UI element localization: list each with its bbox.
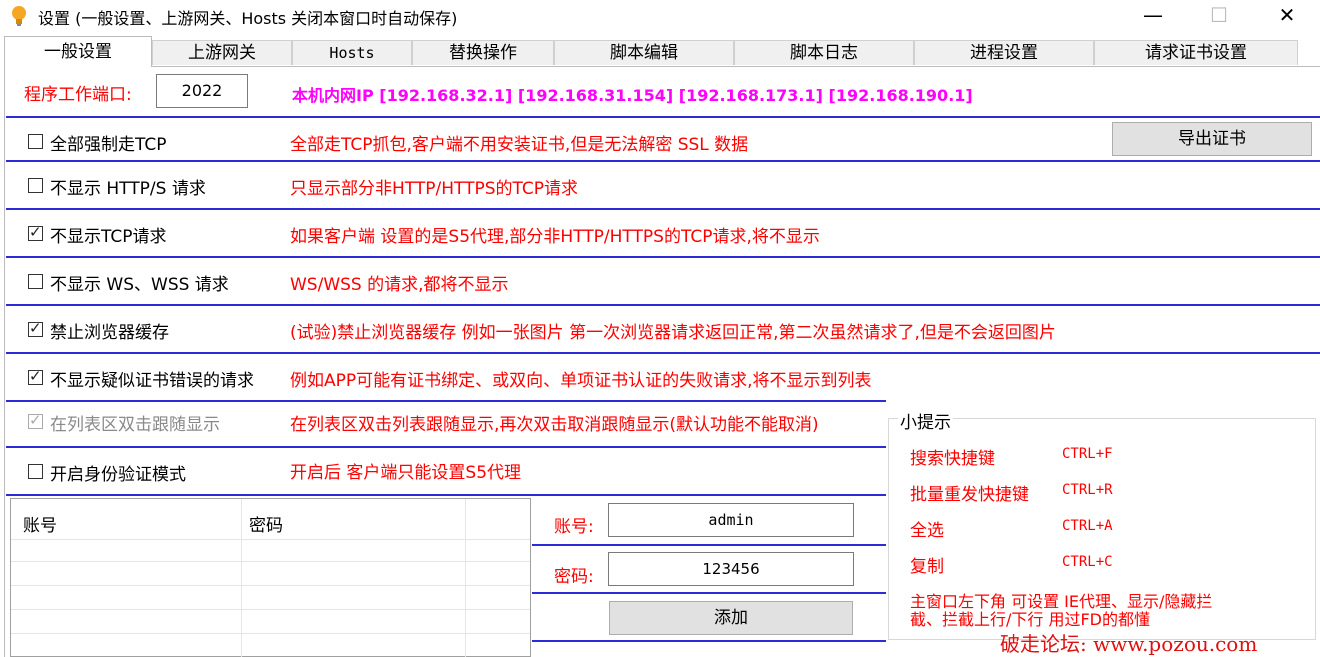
separator (532, 544, 886, 546)
row-divider (11, 609, 530, 610)
column-header-account[interactable]: 账号 (23, 511, 57, 536)
tip-note: 截、拦截上行/下行 用过FD的都懂 (910, 610, 1151, 629)
title-bar: 设置 (一般设置、上游网关、Hosts 关闭本窗口时自动保存) — ☐ ✕ (0, 0, 1320, 32)
checkbox-hide-ws[interactable] (28, 274, 43, 289)
tab-script-edit[interactable]: 脚本编辑 (554, 40, 734, 65)
option-label: 不显示TCP请求 (50, 227, 167, 247)
export-cert-button[interactable]: 导出证书 (1112, 122, 1312, 156)
checkbox-hide-tcp[interactable] (28, 223, 43, 241)
account-label: 账号: (554, 517, 594, 537)
separator (6, 116, 1320, 118)
option-desc: 开启后 客户端只能设置S5代理 (290, 463, 522, 483)
checkbox-disable-cache[interactable] (28, 319, 43, 337)
add-account-button[interactable]: 添加 (609, 601, 853, 635)
tab-replace[interactable]: 替换操作 (412, 40, 554, 65)
option-label: 不显示 HTTP/S 请求 (50, 179, 206, 199)
tip-name: 批量重发快捷键 (910, 485, 1029, 505)
password-input[interactable]: 123456 (608, 552, 854, 586)
port-label: 程序工作端口: (24, 85, 132, 105)
tab-cert-settings[interactable]: 请求证书设置 (1094, 40, 1298, 65)
option-desc: (试验)禁止浏览器缓存 例如一张图片 第一次浏览器请求返回正常,第二次虽然请求了… (290, 323, 1056, 343)
tab-script-log[interactable]: 脚本日志 (734, 40, 914, 65)
option-label: 在列表区双击跟随显示 (50, 415, 220, 435)
option-label: 开启身份验证模式 (50, 465, 186, 485)
checkbox-double-click-follow (28, 411, 43, 429)
option-label: 不显示 WS、WSS 请求 (50, 275, 229, 295)
tab-process-settings[interactable]: 进程设置 (914, 40, 1094, 65)
checkbox-auth-mode[interactable] (28, 464, 43, 479)
checkbox-hide-cert-errors[interactable] (28, 367, 43, 385)
window-title: 设置 (一般设置、上游网关、Hosts 关闭本窗口时自动保存) (38, 9, 458, 28)
tips-title: 小提示 (898, 408, 953, 433)
option-desc: 如果客户端 设置的是S5代理,部分非HTTP/HTTPS的TCP请求,将不显示 (290, 227, 820, 247)
separator (532, 640, 886, 642)
tip-name: 复制 (910, 557, 944, 577)
tab-hosts[interactable]: Hosts (292, 40, 412, 65)
separator (6, 304, 1320, 306)
option-desc: WS/WSS 的请求,都将不显示 (290, 275, 509, 295)
checkbox-hide-https[interactable] (28, 178, 43, 193)
tip-key: CTRL+A (1062, 518, 1113, 534)
option-desc: 只显示部分非HTTP/HTTPS的TCP请求 (290, 179, 579, 199)
option-desc: 全部走TCP抓包,客户端不用安装证书,但是无法解密 SSL 数据 (290, 135, 749, 155)
watermark: 破走论坛: www.pozou.com (1000, 632, 1258, 656)
separator (6, 352, 1320, 354)
password-label: 密码: (554, 567, 594, 587)
tab-upstream-gateway[interactable]: 上游网关 (152, 40, 292, 65)
tip-key: CTRL+R (1062, 482, 1113, 498)
tip-key: CTRL+C (1062, 554, 1113, 570)
row-divider (11, 633, 530, 634)
separator (6, 400, 886, 402)
tab-general[interactable]: 一般设置 (4, 36, 152, 67)
port-input[interactable]: 2022 (156, 74, 248, 108)
option-label: 全部强制走TCP (50, 135, 167, 155)
auth-account-table[interactable]: 账号 密码 (10, 498, 531, 657)
tip-name: 搜索快捷键 (910, 449, 995, 469)
option-label: 不显示疑似证书错误的请求 (50, 371, 254, 391)
column-header-password[interactable]: 密码 (249, 511, 283, 536)
close-button[interactable]: ✕ (1264, 0, 1310, 30)
account-input[interactable]: admin (608, 503, 854, 537)
option-label: 禁止浏览器缓存 (50, 323, 169, 343)
lightbulb-icon (12, 6, 26, 26)
local-ip-info: 本机内网IP [192.168.32.1] [192.168.31.154] [… (292, 86, 973, 105)
separator (532, 592, 886, 594)
tip-key: CTRL+F (1062, 446, 1113, 462)
separator (6, 160, 1320, 162)
separator (6, 256, 1320, 258)
option-desc: 在列表区双击列表跟随显示,再次双击取消跟随显示(默认功能不能取消) (290, 415, 819, 435)
row-divider (11, 539, 530, 540)
tip-name: 全选 (910, 521, 944, 541)
row-divider (11, 585, 530, 586)
minimize-button[interactable]: — (1130, 0, 1176, 30)
separator (6, 494, 886, 496)
checkbox-force-tcp[interactable] (28, 134, 43, 149)
separator (6, 208, 1320, 210)
option-desc: 例如APP可能有证书绑定、或双向、单项证书认证的失败请求,将不显示到列表 (290, 371, 872, 391)
row-divider (11, 561, 530, 562)
separator (6, 446, 886, 448)
maximize-button[interactable]: ☐ (1196, 0, 1242, 30)
